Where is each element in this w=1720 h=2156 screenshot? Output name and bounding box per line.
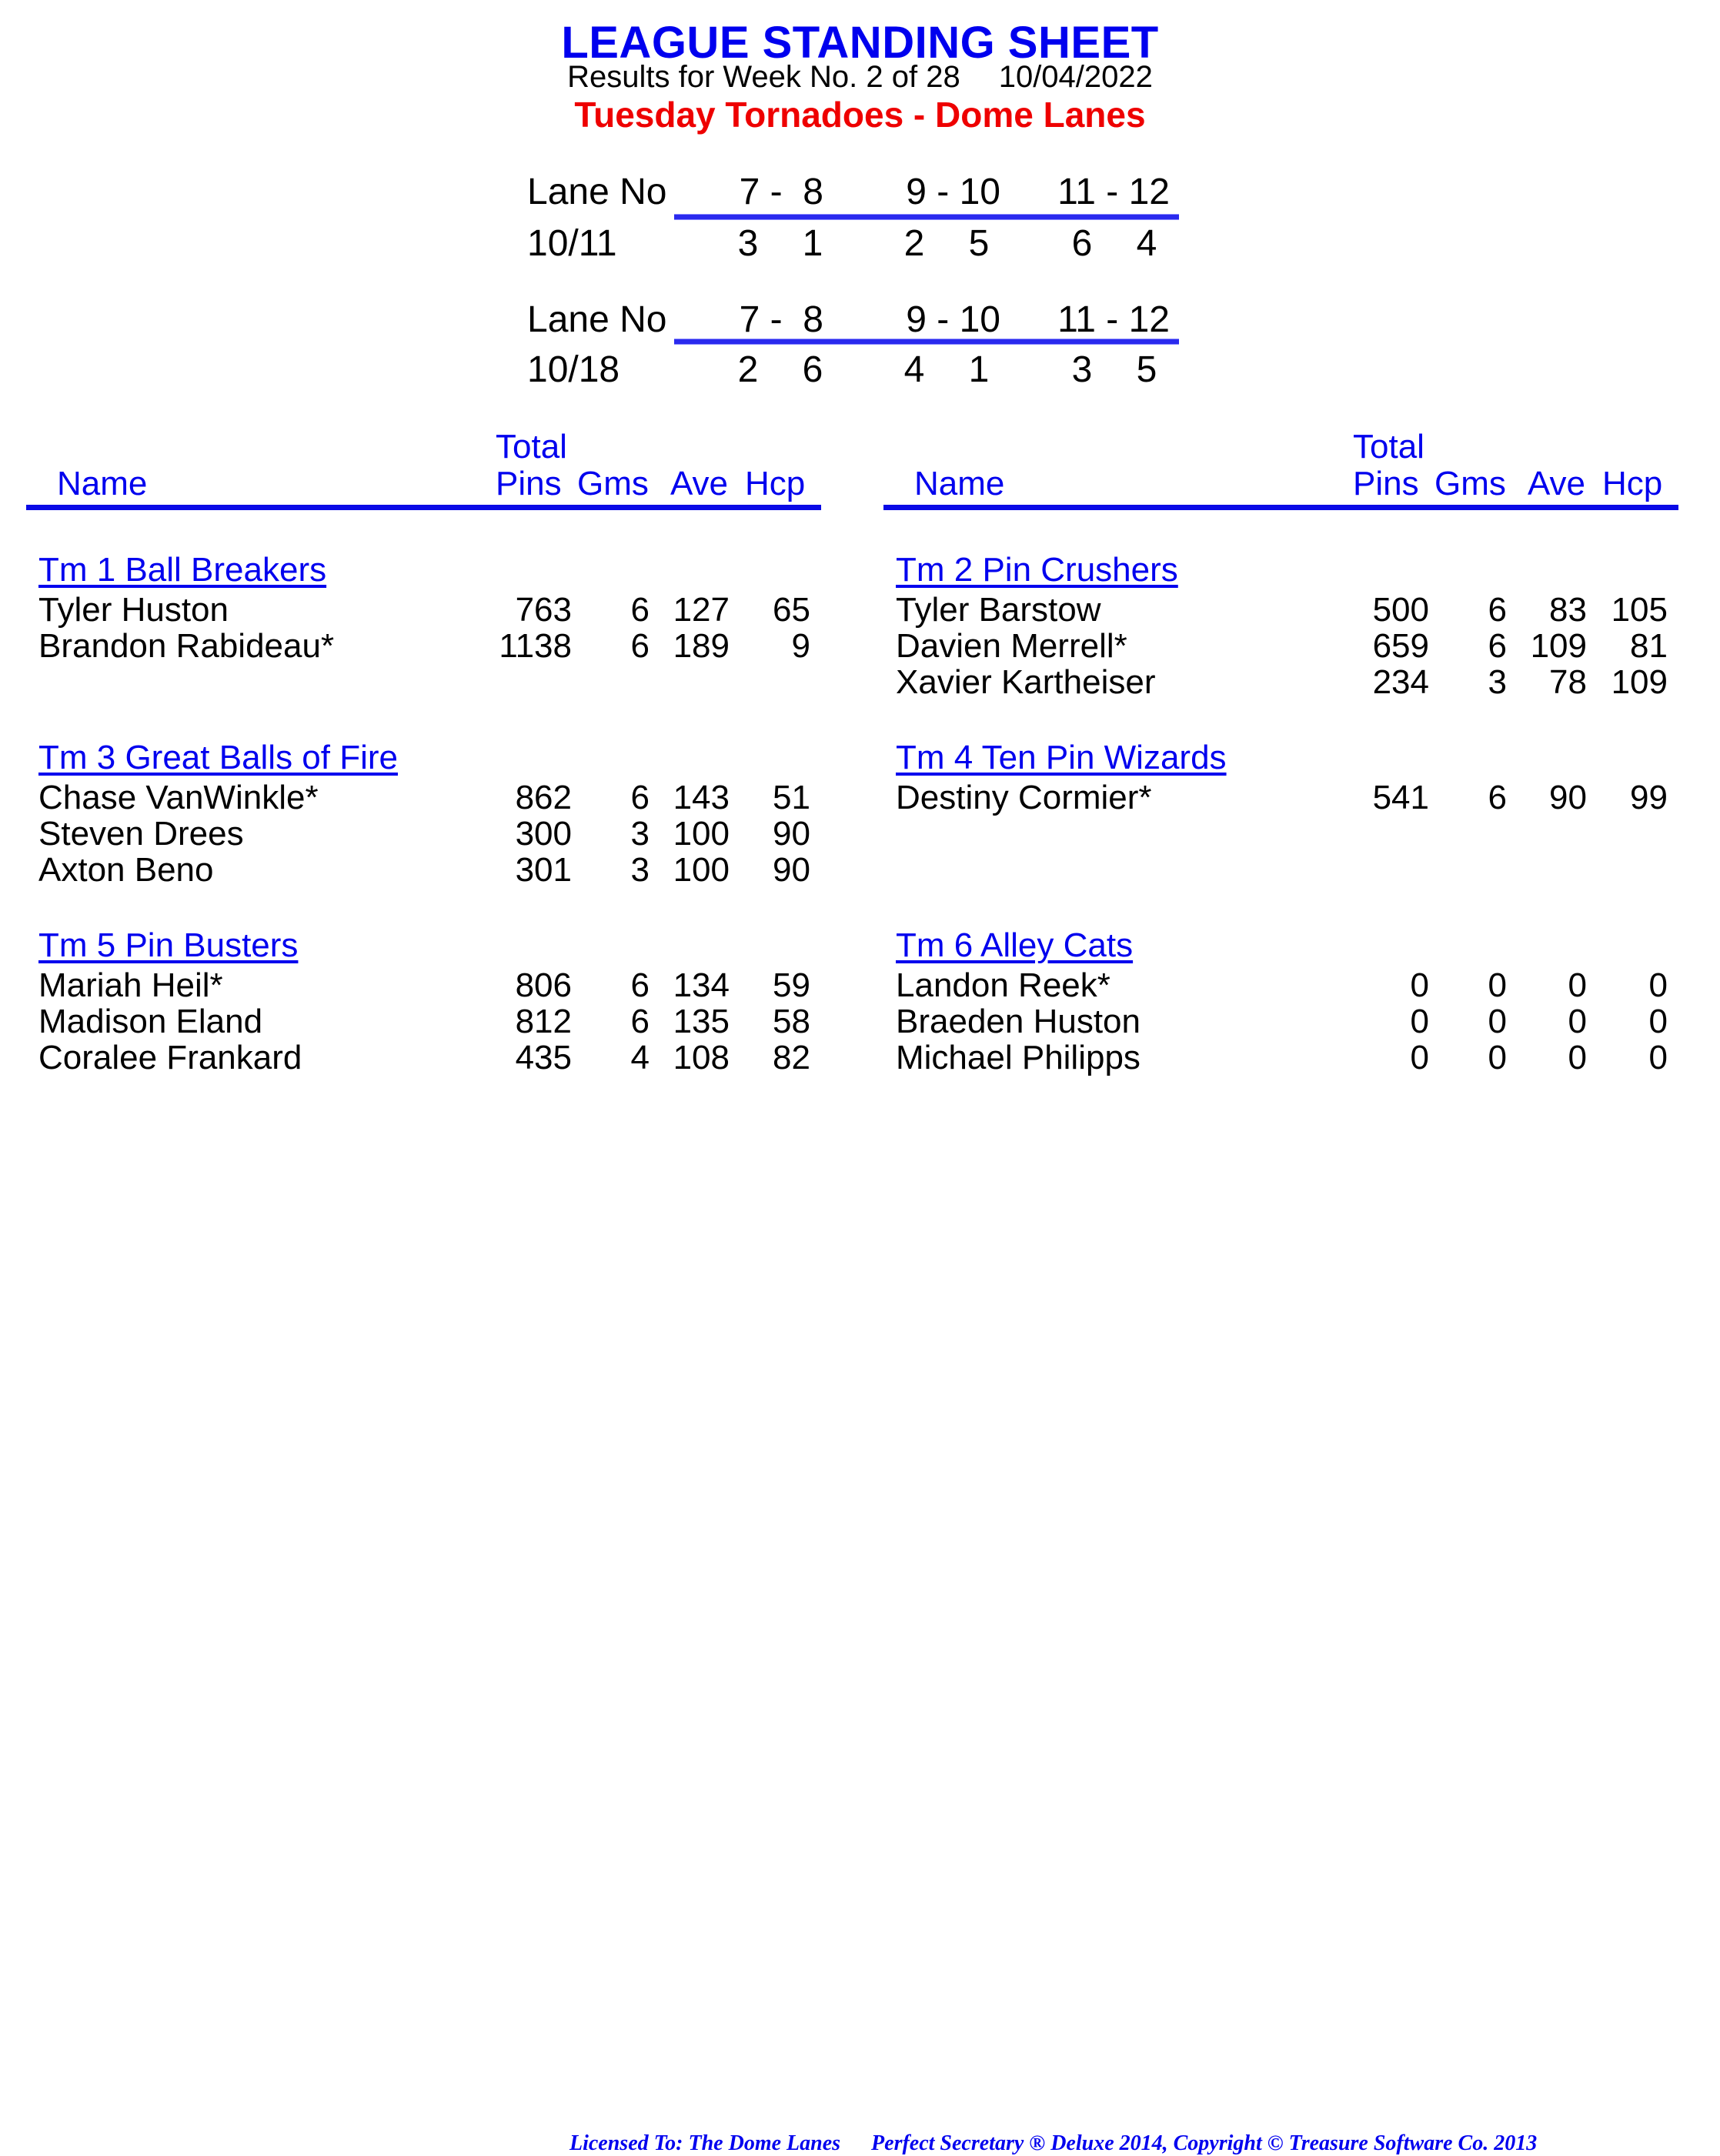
license-text: Licensed To: The Dome Lanes bbox=[569, 2131, 841, 2155]
player-hcp: 99 bbox=[1630, 779, 1668, 816]
schedule-date: 10/18 bbox=[527, 349, 620, 390]
week-subtitle: Results for Week No. 2 of 28 10/04/2022 bbox=[0, 60, 1720, 95]
team-name-link[interactable]: Tm 6 Alley Cats bbox=[896, 926, 1133, 965]
player-name: Destiny Cormier* bbox=[896, 779, 1152, 816]
league-name: Tuesday Tornadoes - Dome Lanes bbox=[574, 95, 1146, 135]
lane-pair: 11 - 12 bbox=[1057, 172, 1170, 212]
team-name-link[interactable]: Tm 1 Ball Breakers bbox=[38, 551, 326, 589]
column-header-pins: Pins bbox=[1353, 465, 1419, 502]
lane-divider bbox=[674, 214, 1179, 220]
team-name-link[interactable]: Tm 5 Pin Busters bbox=[38, 926, 298, 965]
column-header-hcp: Hcp bbox=[1602, 465, 1663, 502]
player-hcp: 82 bbox=[773, 1039, 810, 1076]
player-name: Xavier Kartheiser bbox=[896, 663, 1156, 701]
player-hcp: 9 bbox=[791, 627, 810, 665]
team-name-link[interactable]: Tm 2 Pin Crushers bbox=[896, 551, 1178, 589]
player-name: Tyler Barstow bbox=[896, 591, 1101, 629]
column-header-ave: Ave bbox=[670, 465, 729, 502]
team-number: 5 bbox=[1136, 349, 1157, 390]
team-number: 2 bbox=[903, 223, 925, 264]
column-header-hcp: Hcp bbox=[745, 465, 806, 502]
column-header-total: Total bbox=[1353, 428, 1424, 466]
team-number: 5 bbox=[968, 223, 990, 264]
team-number: 1 bbox=[802, 223, 823, 264]
column-header-name: Name bbox=[914, 465, 1005, 502]
results-text: Results for Week No. 2 of 28 bbox=[567, 60, 960, 94]
column-header-pins: Pins bbox=[496, 465, 562, 502]
team-name-link[interactable]: Tm 4 Ten Pin Wizards bbox=[896, 739, 1227, 777]
player-name: Mariah Heil* bbox=[38, 966, 223, 1004]
lane-divider bbox=[674, 339, 1179, 345]
player-name: Tyler Huston bbox=[38, 591, 229, 629]
team-number: 4 bbox=[903, 349, 925, 390]
player-hcp: 90 bbox=[773, 851, 810, 889]
copyright-text: Perfect Secretary ® Deluxe 2014, Copyrig… bbox=[871, 2131, 1538, 2155]
team-number: 6 bbox=[1071, 223, 1093, 264]
player-hcp: 65 bbox=[773, 591, 810, 629]
player-name: Brandon Rabideau* bbox=[38, 627, 335, 665]
team-number: 2 bbox=[737, 349, 759, 390]
team-number: 6 bbox=[802, 349, 823, 390]
player-name: Davien Merrell* bbox=[896, 627, 1127, 665]
player-name: Axton Beno bbox=[38, 851, 214, 889]
footer: Licensed To: The Dome Lanes Perfect Secre… bbox=[569, 2131, 1537, 2156]
player-name: Braeden Huston bbox=[896, 1003, 1141, 1040]
header-underline bbox=[883, 505, 1678, 510]
column-header-ave: Ave bbox=[1528, 465, 1586, 502]
player-hcp: 58 bbox=[773, 1003, 810, 1040]
lane-pair: 7 - 8 bbox=[739, 172, 823, 212]
player-name: Coralee Frankard bbox=[38, 1039, 302, 1076]
player-name: Chase VanWinkle* bbox=[38, 779, 319, 816]
team-number: 3 bbox=[737, 223, 759, 264]
team-number: 4 bbox=[1136, 223, 1157, 264]
player-hcp: 0 bbox=[1648, 1039, 1668, 1076]
lane-no-label: Lane No bbox=[527, 299, 667, 340]
player-name: Michael Philipps bbox=[896, 1039, 1141, 1076]
lane-pair: 9 - 10 bbox=[906, 299, 1000, 340]
lane-pair: 7 - 8 bbox=[739, 299, 823, 340]
team-name-link[interactable]: Tm 3 Great Balls of Fire bbox=[38, 739, 398, 777]
player-name: Landon Reek* bbox=[896, 966, 1110, 1004]
report-date: 10/04/2022 bbox=[998, 60, 1153, 94]
column-header-name: Name bbox=[57, 465, 148, 502]
column-header-total: Total bbox=[496, 428, 567, 466]
player-name: Steven Drees bbox=[38, 815, 244, 853]
team-number: 1 bbox=[968, 349, 990, 390]
player-hcp: 105 bbox=[1611, 591, 1668, 629]
player-hcp: 109 bbox=[1611, 663, 1668, 701]
column-header-gms: Gms bbox=[1434, 465, 1506, 502]
lane-pair: 11 - 12 bbox=[1057, 299, 1170, 340]
schedule-date: 10/11 bbox=[527, 223, 617, 264]
column-header-gms: Gms bbox=[577, 465, 649, 502]
header-underline bbox=[26, 505, 821, 510]
team-number: 3 bbox=[1071, 349, 1093, 390]
player-hcp: 59 bbox=[773, 966, 810, 1004]
player-hcp: 81 bbox=[1630, 627, 1668, 665]
player-hcp: 0 bbox=[1648, 966, 1668, 1004]
player-name: Madison Eland bbox=[38, 1003, 263, 1040]
player-hcp: 0 bbox=[1648, 1003, 1668, 1040]
lane-no-label: Lane No bbox=[527, 172, 667, 212]
player-hcp: 90 bbox=[773, 815, 810, 853]
lane-pair: 9 - 10 bbox=[906, 172, 1000, 212]
player-hcp: 51 bbox=[773, 779, 810, 816]
